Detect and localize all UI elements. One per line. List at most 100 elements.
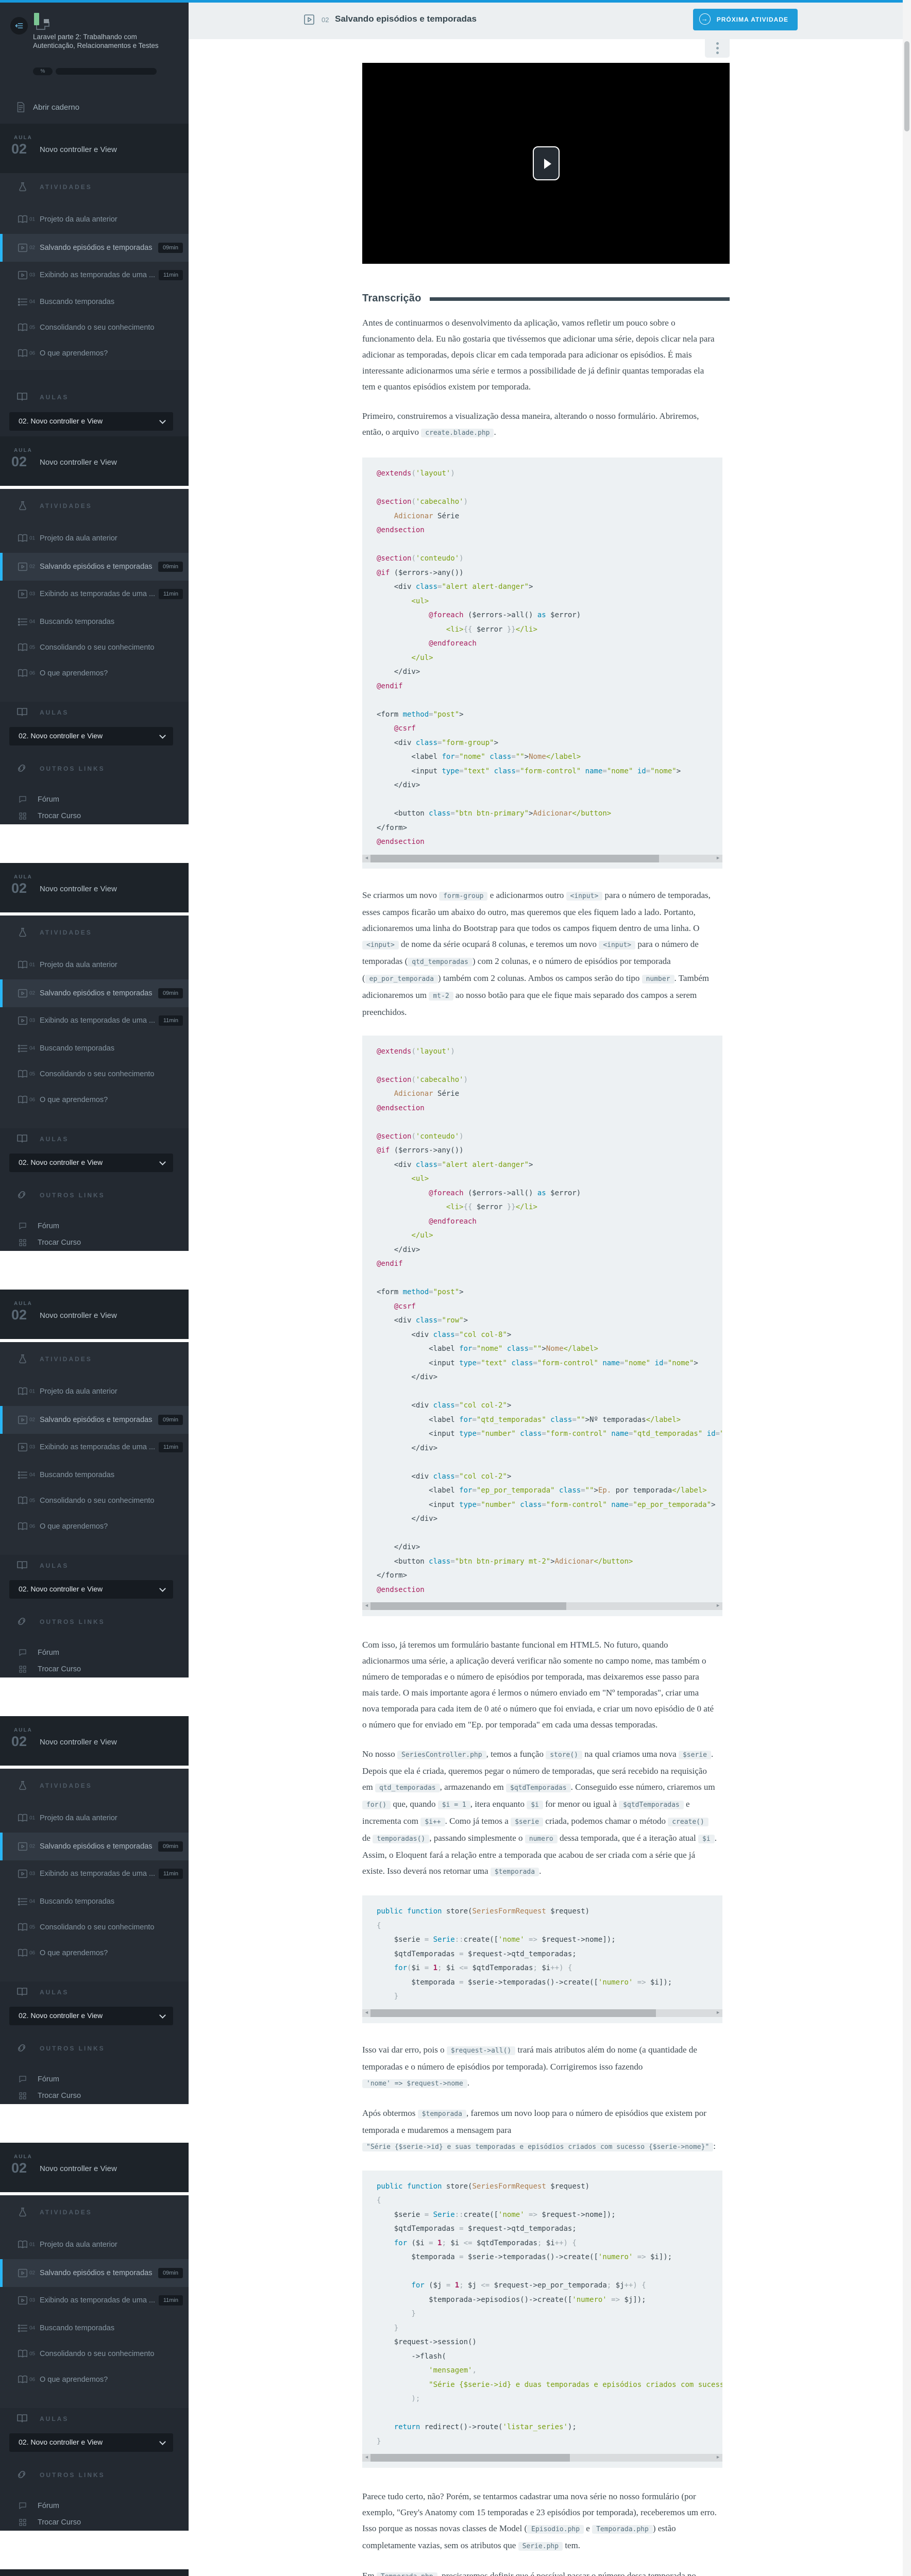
link-item-trocar-curso[interactable]: Trocar Curso	[0, 1235, 189, 1250]
sidebar-item-04[interactable]: 04 Buscando temporadas	[0, 2316, 189, 2341]
video-player[interactable]	[362, 63, 730, 264]
course-sidebar: Laravel parte 2: Trabalhando com Autenti…	[0, 0, 189, 2576]
aula-header: AULA02 Novo controller e View	[0, 124, 189, 173]
other-links-label: OUTROS LINKS	[40, 1618, 105, 1625]
book-icon	[17, 642, 28, 653]
sidebar-item-01[interactable]: 01 Projeto da aula anterior	[0, 526, 189, 551]
scrollbar-thumb[interactable]	[370, 854, 659, 862]
open-notebook-link[interactable]: Abrir caderno	[33, 103, 79, 112]
inline-code: SeriesController.php	[397, 1751, 486, 1759]
sidebar-item-02[interactable]: 02 Salvando episódios e temporadas 09min	[0, 2259, 189, 2287]
horizontal-scrollbar[interactable]: ◄ ►	[362, 2454, 722, 2462]
sidebar-item-04[interactable]: 04 Buscando temporadas	[0, 290, 189, 314]
scroll-right-icon[interactable]: ►	[716, 1603, 720, 1608]
sidebar-item-04[interactable]: 04 Buscando temporadas	[0, 1036, 189, 1061]
sidebar-item-05[interactable]: 05 Consolidando o seu conhecimento	[0, 315, 189, 340]
sidebar-item-05[interactable]: 05 Consolidando o seu conhecimento	[0, 2342, 189, 2366]
aulas-dropdown[interactable]: 02. Novo controller e View	[9, 2433, 173, 2452]
sidebar-item-02[interactable]: 02 Salvando episódios e temporadas 09min	[0, 1406, 189, 1434]
horizontal-scrollbar[interactable]: ◄ ►	[362, 1602, 722, 1610]
collapse-sidebar-button[interactable]	[10, 17, 28, 35]
sidebar-item-02[interactable]: 02 Salvando episódios e temporadas 09min	[0, 553, 189, 581]
course-logo	[33, 13, 54, 31]
sidebar-item-06[interactable]: 06 O que aprendemos?	[0, 661, 189, 686]
sidebar-item-03[interactable]: 03 Exibindo as temporadas de uma ... 11min	[0, 263, 189, 287]
duration-badge: 11min	[158, 589, 183, 599]
aulas-dropdown[interactable]: 02. Novo controller e View	[9, 727, 173, 745]
link-item-forum[interactable]: Fórum	[0, 1218, 189, 1234]
duration-badge: 11min	[158, 270, 183, 280]
link-item-trocar-curso[interactable]: Trocar Curso	[0, 1662, 189, 1677]
scroll-right-icon[interactable]: ►	[716, 2010, 720, 2015]
scroll-left-icon[interactable]: ◄	[364, 2454, 369, 2460]
sidebar-item-06[interactable]: 06 O que aprendemos?	[0, 2367, 189, 2392]
scrollbar-thumb[interactable]	[370, 2454, 570, 2462]
link-item-trocar-curso[interactable]: Trocar Curso	[0, 2088, 189, 2104]
inline-code: for()	[362, 1801, 391, 1809]
scroll-left-icon[interactable]: ◄	[364, 2010, 369, 2015]
inline-code: Temporada.php	[592, 2525, 653, 2534]
link-item-trocar-curso[interactable]: Trocar Curso	[0, 808, 189, 824]
sidebar-item-03[interactable]: 03 Exibindo as temporadas de uma ... 11min	[0, 1008, 189, 1033]
other-links-section: OUTROS LINKS Fórum Trocar Curso	[0, 1607, 189, 1677]
scroll-left-icon[interactable]: ◄	[364, 855, 369, 860]
item-number: 06	[29, 1097, 36, 1103]
inline-code: temporadas()	[373, 1835, 430, 1843]
play-button[interactable]	[532, 146, 560, 180]
aulas-dropdown[interactable]: 02. Novo controller e View	[9, 2007, 173, 2025]
page-scrollbar[interactable]	[903, 0, 911, 2576]
link-item-forum[interactable]: Fórum	[0, 1645, 189, 1660]
aulas-dropdown[interactable]: 02. Novo controller e View	[9, 1580, 173, 1599]
horizontal-scrollbar[interactable]: ◄ ►	[362, 2009, 722, 2017]
sidebar-item-04[interactable]: 04 Buscando temporadas	[0, 1889, 189, 1914]
sidebar-item-03[interactable]: 03 Exibindo as temporadas de uma ... 11min	[0, 1435, 189, 1460]
scroll-left-icon[interactable]: ◄	[364, 1603, 369, 1608]
scroll-right-icon[interactable]: ►	[716, 855, 720, 860]
sidebar-item-01[interactable]: 01 Projeto da aula anterior	[0, 207, 189, 232]
scrollbar-thumb[interactable]	[370, 2009, 656, 2017]
sidebar-item-04[interactable]: 04 Buscando temporadas	[0, 1463, 189, 1487]
sidebar-item-04[interactable]: 04 Buscando temporadas	[0, 609, 189, 634]
sidebar-item-05[interactable]: 05 Consolidando o seu conhecimento	[0, 635, 189, 660]
sidebar-item-02[interactable]: 02 Salvando episódios e temporadas 09min	[0, 234, 189, 262]
next-activity-button[interactable]: → PRÓXIMA ATIVIDADE	[693, 9, 798, 30]
scrollbar-thumb[interactable]	[904, 41, 909, 131]
sidebar-item-03[interactable]: 03 Exibindo as temporadas de uma ... 11min	[0, 1861, 189, 1886]
aulas-section: AULAS 02. Novo controller e View	[0, 1128, 189, 1181]
horizontal-scrollbar[interactable]: ◄ ►	[362, 854, 722, 862]
options-menu-button[interactable]	[705, 39, 730, 58]
link-item-trocar-curso[interactable]: Trocar Curso	[0, 2515, 189, 2530]
sidebar-item-06[interactable]: 06 O que aprendemos?	[0, 1514, 189, 1539]
link-icon	[15, 762, 28, 774]
sidebar-item-01[interactable]: 01 Projeto da aula anterior	[0, 1806, 189, 1831]
item-label: Exibindo as temporadas de uma ...	[40, 1870, 156, 1878]
sidebar-item-01[interactable]: 01 Projeto da aula anterior	[0, 1379, 189, 1404]
sidebar-item-05[interactable]: 05 Consolidando o seu conhecimento	[0, 1062, 189, 1087]
item-number: 01	[29, 216, 36, 223]
item-label: Projeto da aula anterior	[40, 1814, 117, 1822]
sidebar-item-02[interactable]: 02 Salvando episódios e temporadas 09min	[0, 979, 189, 1007]
link-item-forum[interactable]: Fórum	[0, 2072, 189, 2087]
sidebar-item-02[interactable]: 02 Salvando episódios e temporadas 09min	[0, 1833, 189, 1860]
sidebar-item-01[interactable]: 01 Projeto da aula anterior	[0, 953, 189, 977]
sidebar-item-01[interactable]: 01 Projeto da aula anterior	[0, 2232, 189, 2257]
sidebar-item-03[interactable]: 03 Exibindo as temporadas de uma ... 11min	[0, 2288, 189, 2313]
sidebar-course-header: Laravel parte 2: Trabalhando com Autenti…	[0, 3, 189, 124]
duration-badge: 09min	[158, 988, 183, 998]
sidebar-item-06[interactable]: 06 O que aprendemos?	[0, 341, 189, 366]
scrollbar-thumb[interactable]	[370, 1602, 566, 1610]
item-number: 01	[29, 535, 36, 541]
link-item-forum[interactable]: Fórum	[0, 792, 189, 807]
item-label: Salvando episódios e temporadas	[40, 1416, 153, 1424]
sidebar-item-05[interactable]: 05 Consolidando o seu conhecimento	[0, 1488, 189, 1513]
aula-number: 02	[11, 1307, 27, 1323]
scroll-right-icon[interactable]: ►	[716, 2454, 720, 2460]
aulas-dropdown[interactable]: 02. Novo controller e View	[9, 1154, 173, 1172]
link-item-forum[interactable]: Fórum	[0, 2498, 189, 2514]
sidebar-item-05[interactable]: 05 Consolidando o seu conhecimento	[0, 1915, 189, 1940]
sidebar-item-06[interactable]: 06 O que aprendemos?	[0, 1088, 189, 1112]
aulas-dropdown[interactable]: 02. Novo controller e View	[9, 412, 173, 431]
inline-code: $serie	[678, 1751, 711, 1759]
sidebar-item-03[interactable]: 03 Exibindo as temporadas de uma ... 11min	[0, 582, 189, 606]
sidebar-item-06[interactable]: 06 O que aprendemos?	[0, 1941, 189, 1965]
